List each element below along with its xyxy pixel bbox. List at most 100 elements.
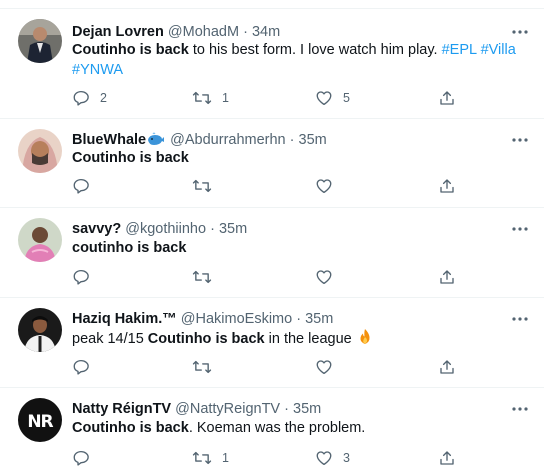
share-button[interactable] — [438, 175, 456, 197]
tweet-header: Natty RéignTV @NattyReignTV · 35m — [72, 400, 504, 418]
like-button[interactable] — [315, 175, 343, 197]
separator-dot: · — [289, 132, 295, 148]
more-options-button[interactable] — [508, 220, 532, 238]
tweet-card[interactable]: NR Natty RéignTV @NattyReignTV · 35m Cou… — [0, 388, 544, 467]
more-options-button[interactable] — [508, 23, 532, 41]
tweet-text-line: #YNWA — [72, 60, 520, 80]
like-button[interactable]: 5 — [315, 87, 350, 109]
tweet-actions — [72, 356, 544, 378]
tweet-text-segment: Coutinho is back — [72, 420, 189, 436]
tweet-text: Coutinho is back — [72, 148, 520, 168]
reply-icon — [73, 178, 89, 194]
username-handle[interactable]: @MohadM — [168, 24, 239, 40]
tweet-actions: 1 3 — [72, 447, 544, 467]
retweet-button[interactable] — [192, 356, 222, 378]
tweet-text-segment: in the league — [264, 331, 352, 347]
display-name[interactable]: Haziq Hakim.™ — [72, 311, 177, 327]
retweet-button[interactable] — [192, 175, 222, 197]
avatar[interactable]: NR — [18, 398, 62, 442]
reply-button[interactable] — [72, 175, 100, 197]
timestamp[interactable]: 35m — [293, 401, 321, 417]
more-options-button[interactable] — [508, 310, 532, 328]
twitter-search-results: Dejan Lovren @MohadM · 34m Coutinho is b… — [0, 0, 544, 467]
share-button[interactable] — [438, 356, 456, 378]
share-icon — [440, 270, 454, 284]
tweet-text-segment: Coutinho is back — [72, 150, 189, 166]
like-button[interactable] — [315, 356, 343, 378]
reply-button[interactable]: 2 — [72, 87, 107, 109]
retweet-count: 1 — [222, 91, 229, 105]
display-name[interactable]: Natty RéignTV — [72, 401, 171, 417]
fire-emoji-icon — [357, 328, 373, 351]
retweet-button[interactable]: 1 — [192, 447, 229, 467]
username-handle[interactable]: @kgothiinho — [125, 221, 206, 237]
separator-dot: · — [284, 401, 289, 417]
display-name[interactable]: BlueWhale — [72, 132, 146, 148]
share-button[interactable] — [438, 266, 456, 288]
separator-dot: · — [296, 311, 302, 327]
tweet-actions — [72, 175, 544, 197]
username-handle[interactable]: @HakimoEskimo — [181, 311, 292, 327]
like-button[interactable] — [315, 266, 343, 288]
more-options-button[interactable] — [508, 400, 532, 418]
username-handle[interactable]: @Abdurrahmerhn — [170, 132, 285, 148]
retweet-button[interactable]: 1 — [192, 87, 229, 109]
hashtag-link[interactable]: #Villa — [481, 42, 516, 58]
more-options-button[interactable] — [508, 131, 532, 149]
reply-button[interactable] — [72, 447, 100, 467]
username-handle[interactable]: @NattyReignTV — [175, 401, 280, 417]
share-button[interactable] — [438, 87, 456, 109]
tweet-text-segment: . Koeman was the problem. — [188, 420, 366, 436]
retweet-icon — [192, 179, 212, 193]
heart-icon — [316, 360, 332, 375]
tweet-text-segment: to his best form. I love watch him play. — [188, 42, 442, 58]
timestamp[interactable]: 35m — [219, 221, 247, 237]
avatar[interactable] — [18, 19, 62, 63]
tweet-text-segment: Coutinho is back — [147, 331, 265, 347]
retweet-icon — [192, 270, 212, 284]
heart-icon — [316, 270, 332, 285]
reply-icon — [73, 90, 89, 106]
tweet-text-line: Coutinho is back to his best form. I lov… — [72, 40, 520, 60]
share-icon — [440, 451, 454, 465]
more-horizontal-icon — [512, 317, 528, 321]
avatar[interactable] — [18, 308, 62, 352]
top-divider — [0, 0, 544, 9]
tweet-text-line: coutinho is back — [72, 238, 520, 258]
retweet-icon — [192, 360, 212, 374]
reply-icon — [73, 269, 89, 285]
tweet-text: Coutinho is back to his best form. I lov… — [72, 40, 520, 80]
like-button[interactable]: 3 — [315, 447, 350, 467]
avatar[interactable] — [18, 218, 62, 262]
timestamp[interactable]: 35m — [305, 311, 333, 327]
tweet-actions: 2 1 5 — [72, 87, 544, 109]
hashtag-link[interactable]: #YNWA — [72, 62, 123, 78]
tweet-text: peak 14/15 Coutinho is back in the leagu… — [72, 328, 520, 351]
reply-icon — [73, 450, 89, 466]
reply-icon — [73, 359, 89, 375]
reply-count: 2 — [100, 91, 107, 105]
like-count: 3 — [343, 451, 350, 465]
retweet-button[interactable] — [192, 266, 222, 288]
timestamp[interactable]: 34m — [252, 24, 280, 40]
heart-icon — [316, 179, 332, 194]
reply-button[interactable] — [72, 266, 100, 288]
share-icon — [440, 179, 454, 193]
tweet-header: Dejan Lovren @MohadM · 34m — [72, 23, 504, 41]
tweet-card[interactable]: Dejan Lovren @MohadM · 34m Coutinho is b… — [0, 9, 544, 119]
hashtag-link[interactable]: #EPL — [442, 42, 477, 58]
tweet-text-line: Coutinho is back — [72, 148, 520, 168]
tweet-text-line: Coutinho is back. Koeman was the problem… — [72, 418, 520, 438]
tweet-card[interactable]: BlueWhale @Abdurrahmerhn · 35m Coutinho … — [0, 119, 544, 208]
avatar[interactable] — [18, 129, 62, 173]
share-button[interactable] — [438, 447, 456, 467]
display-name[interactable]: savvy? — [72, 221, 121, 237]
timestamp[interactable]: 35m — [299, 132, 327, 148]
tweet-card[interactable]: savvy? @kgothiinho · 35m coutinho is bac… — [0, 208, 544, 298]
retweet-icon — [192, 451, 212, 465]
tweet-card[interactable]: Haziq Hakim.™ @HakimoEskimo · 35m peak 1… — [0, 298, 544, 388]
display-name[interactable]: Dejan Lovren — [72, 24, 164, 40]
separator-dot: · — [210, 221, 215, 237]
tweet-header: savvy? @kgothiinho · 35m — [72, 220, 504, 238]
reply-button[interactable] — [72, 356, 100, 378]
